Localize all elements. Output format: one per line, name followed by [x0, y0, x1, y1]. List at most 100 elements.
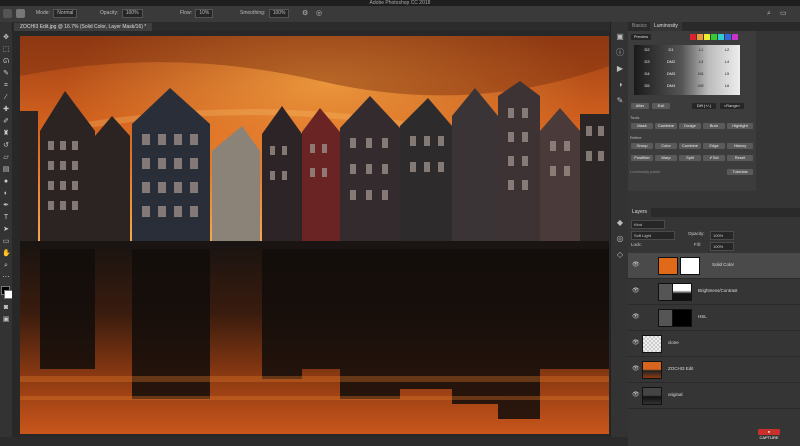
- history-icon[interactable]: ▣: [615, 32, 625, 42]
- color-button[interactable]: Color: [655, 143, 677, 149]
- fill-input[interactable]: 100%: [710, 242, 734, 251]
- history-brush-tool-icon[interactable]: ↺: [2, 142, 10, 150]
- layer-filter-select[interactable]: Kind: [631, 220, 665, 229]
- eyedropper-tool-icon[interactable]: ⁄: [2, 94, 10, 102]
- healing-tool-icon[interactable]: ✚: [2, 106, 10, 114]
- reset-button[interactable]: Reset: [727, 155, 753, 161]
- mode-select[interactable]: Normal: [53, 9, 78, 18]
- highlight-button[interactable]: Highlight: [727, 123, 753, 129]
- adjustments-icon[interactable]: ◑: [615, 80, 625, 90]
- document-canvas[interactable]: [20, 36, 609, 434]
- swatch-orange[interactable]: [697, 34, 703, 40]
- zoom-tool-icon[interactable]: ⌕: [2, 262, 10, 270]
- mask-m2[interactable]: M2: [692, 83, 710, 89]
- more-tools-icon[interactable]: ⋯: [2, 274, 10, 282]
- exit-button[interactable]: Exit: [652, 103, 670, 109]
- opacity-control[interactable]: Opacity: 100%: [100, 9, 143, 18]
- tab-luminosity[interactable]: Luminosity: [650, 22, 682, 31]
- tutorials-button[interactable]: Tutorials: [727, 169, 753, 175]
- swatch-blue[interactable]: [725, 34, 731, 40]
- home-icon[interactable]: [3, 9, 12, 18]
- diff-select[interactable]: Diff (+/-): [692, 103, 716, 109]
- combine2-button[interactable]: Combine: [679, 143, 701, 149]
- workspace-icon[interactable]: ▭: [780, 9, 787, 18]
- eye-icon[interactable]: 👁: [632, 365, 640, 372]
- quick-mask-icon[interactable]: ◙: [2, 304, 10, 312]
- layer-row-image[interactable]: 👁 ZOCHI3 Edit: [628, 357, 800, 383]
- mask-d2[interactable]: D2: [638, 47, 656, 53]
- marquee-tool-icon[interactable]: ⬚: [2, 46, 10, 54]
- path-select-tool-icon[interactable]: ➤: [2, 226, 10, 234]
- split-button[interactable]: Split: [679, 155, 701, 161]
- pressure-icon[interactable]: ◎: [316, 9, 322, 18]
- flow-input[interactable]: 10%: [195, 9, 214, 18]
- eraser-tool-icon[interactable]: ▱: [2, 154, 10, 162]
- layer-mask-thumb[interactable]: [672, 309, 692, 327]
- swatch-yellow[interactable]: [704, 34, 710, 40]
- search-icon[interactable]: ⌕: [767, 9, 771, 18]
- range-select[interactable]: <Range>: [720, 103, 744, 109]
- brush-tool-icon[interactable]: ✐: [2, 118, 10, 126]
- sel-button[interactable]: ✔Sel: [703, 155, 725, 161]
- eye-icon[interactable]: 👁: [632, 313, 640, 320]
- mask-l2[interactable]: L2: [718, 47, 736, 53]
- preview-toggle[interactable]: Preview: [631, 34, 651, 40]
- eye-icon[interactable]: 👁: [632, 261, 640, 268]
- lasso-tool-icon[interactable]: ᘏ: [2, 58, 10, 66]
- properties-icon[interactable]: ⓘ: [615, 48, 625, 58]
- after-button[interactable]: After: [631, 103, 649, 109]
- mask-d1[interactable]: D1: [662, 47, 680, 53]
- clone-stamp-tool-icon[interactable]: ♜: [2, 130, 10, 138]
- mask-d4[interactable]: D4: [638, 71, 656, 77]
- dodge-tool-icon[interactable]: ◐: [2, 190, 10, 198]
- tab-layers[interactable]: Layers: [628, 208, 652, 217]
- flow-control[interactable]: Flow: 10%: [180, 9, 214, 18]
- postfilter-button[interactable]: Postfilter: [631, 155, 653, 161]
- mask-m1[interactable]: M1: [692, 71, 710, 77]
- mask-button[interactable]: Mask: [631, 123, 653, 129]
- mask-l4[interactable]: L4: [718, 59, 736, 65]
- layer-row-hsl[interactable]: 👁 HSL: [628, 305, 800, 331]
- swatch-green[interactable]: [711, 34, 717, 40]
- mask-l3[interactable]: L3: [692, 59, 710, 65]
- gradient-tool-icon[interactable]: ▤: [2, 166, 10, 174]
- document-tab[interactable]: ZOCHI3 Edit.jpg @ 16.7% (Solid Color, La…: [14, 23, 153, 31]
- channels-icon[interactable]: ◎: [615, 234, 625, 244]
- hand-tool-icon[interactable]: ✋: [2, 250, 11, 258]
- blur-tool-icon[interactable]: ●: [2, 178, 10, 186]
- mask-d5[interactable]: D5: [638, 83, 656, 89]
- combine-button[interactable]: Combine: [655, 123, 677, 129]
- mask-l6[interactable]: L6: [718, 83, 736, 89]
- layers-side-icon[interactable]: ◆: [615, 218, 625, 228]
- layer-opacity-input[interactable]: 100%: [710, 231, 734, 240]
- layer-row-original[interactable]: 👁 original: [628, 383, 800, 409]
- layer-mask-thumb[interactable]: [680, 257, 700, 275]
- shape-tool-icon[interactable]: ▭: [2, 238, 10, 246]
- swatch-cyan[interactable]: [718, 34, 724, 40]
- smoothing-control[interactable]: Smoothing: 100%: [240, 9, 290, 18]
- mode-control[interactable]: Mode: Normal: [36, 9, 78, 18]
- blend-mode-select[interactable]: Soft Light: [631, 231, 675, 240]
- actions-icon[interactable]: ▶: [615, 64, 625, 74]
- gear-icon[interactable]: ⚙: [302, 9, 308, 18]
- layer-row-brightness-contrast[interactable]: 👁 Brightness/Contrast: [628, 279, 800, 305]
- pen-tool-icon[interactable]: ✒: [2, 202, 10, 210]
- layer-row-solid-color[interactable]: 👁 Solid Color: [628, 253, 800, 279]
- mask-d3[interactable]: D3: [638, 59, 656, 65]
- history-button[interactable]: History: [727, 143, 753, 149]
- mask-l5[interactable]: L5: [718, 71, 736, 77]
- brush-preset-icon[interactable]: [16, 9, 25, 18]
- warp-button[interactable]: Warp: [655, 155, 677, 161]
- quick-select-tool-icon[interactable]: ✎: [2, 70, 10, 78]
- smoothing-input[interactable]: 100%: [268, 9, 290, 18]
- swatch-red[interactable]: [690, 34, 696, 40]
- burn-button[interactable]: Burn: [703, 123, 725, 129]
- swatch-magenta[interactable]: [732, 34, 738, 40]
- move-tool-icon[interactable]: ✥: [2, 34, 10, 42]
- opacity-input[interactable]: 100%: [121, 9, 143, 18]
- mask-dm4[interactable]: DM4: [662, 83, 680, 89]
- mask-dm3[interactable]: DM3: [662, 71, 680, 77]
- layer-mask-thumb[interactable]: [672, 283, 692, 301]
- tab-basics[interactable]: Basics: [628, 22, 651, 31]
- edge-button[interactable]: Edge: [703, 143, 725, 149]
